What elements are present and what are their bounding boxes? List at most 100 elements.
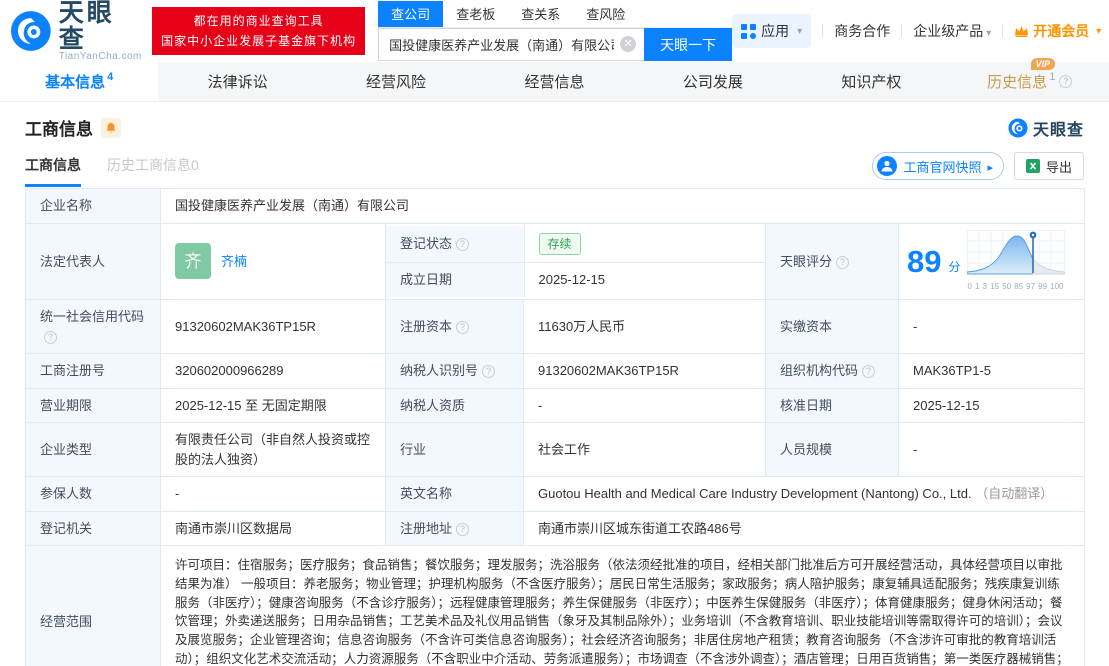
tab-basic-info[interactable]: 基本信息 4 [0,62,159,101]
tab-operating-info[interactable]: 经营信息 [475,62,633,101]
taxpayer-quality-label: 纳税人资质 [385,387,524,423]
official-snapshot-button[interactable]: 工商官网快照 [872,152,1004,180]
help-icon[interactable] [456,238,470,252]
tab-legal-litigation[interactable]: 法律诉讼 [158,62,316,101]
apps-label: 应用 [761,23,790,39]
industry-label: 行业 [385,422,524,477]
help-icon[interactable] [836,255,850,269]
section-title: 工商信息 [25,120,93,139]
cooperation-link[interactable]: 商务合作 [834,21,890,41]
help-icon[interactable] [862,365,876,379]
excel-icon [1025,159,1040,173]
tab-history-info[interactable]: 历史信息 VIP 1 [951,58,1109,101]
table-row: 企业名称 国投健康医养产业发展（南通）有限公司 [25,188,1086,224]
status-badge: 存续 [538,233,581,255]
search-button[interactable]: 天眼一下 [644,28,733,61]
paid-capital-value: - [897,299,1086,354]
tab-operating-risk[interactable]: 经营风险 [317,62,475,101]
score-chart-tick: 0 [967,282,972,291]
slogan-line1: 都在用的商业查询工具 [193,13,324,28]
paid-capital-label: 实缴资本 [765,299,899,354]
reg-status-label: 登记状态 [386,226,525,263]
search-tab-risk[interactable]: 查风险 [573,1,638,27]
search-tabs: 查公司 查老板 查关系 查风险 [378,1,733,28]
tab-label: 经营风险 [366,74,427,91]
enterprise-products-menu[interactable]: 企业级产品 [913,21,991,41]
score-chart-ticks: 0 1 3 15 50 85 97 99 100 [967,281,1065,293]
vip-upgrade-link[interactable]: 开通会员 [1014,21,1101,41]
reg-capital-label: 注册资本 [385,299,524,354]
score-chart-tick: 3 [982,282,988,291]
search-tab-boss[interactable]: 查老板 [443,1,508,27]
snapshot-person-icon [877,156,898,176]
tab-label: 历史信息 [987,74,1048,91]
score-value: 89 [907,243,942,279]
table-row: 统一社会信用代码 91320602MAK36TP15R 注册资本 11630万人… [25,299,1086,354]
export-label: 导出 [1045,159,1072,175]
taxpayer-id-label: 纳税人识别号 [385,353,524,389]
staff-size-label: 人员规模 [765,422,899,477]
score-chart-tick: 100 [1050,282,1064,291]
help-icon[interactable] [1059,75,1073,88]
score-chart-tick: 15 [990,282,1000,291]
table-row: 参保人数 - 英文名称 Guotou Health and Medical Ca… [25,476,1086,512]
search-tab-company[interactable]: 查公司 [378,1,444,27]
english-name-value: Guotou Health and Medical Care Industry … [522,476,1086,512]
table-row: 登记机关 南通市崇川区数据局 注册地址 南通市崇川区城东街道工农路486号 [25,510,1086,546]
vip-label: 开通会员 [1033,23,1090,39]
taxpayer-id-value: 91320602MAK36TP15R [523,353,766,389]
legal-rep-link[interactable]: 齐楠 [221,252,247,272]
org-code-value: MAK36TP1-5 [897,353,1086,389]
subtab-business-info[interactable]: 工商信息 [25,155,81,187]
divider [1002,24,1004,38]
score-chart-tick: 50 [1002,282,1012,291]
help-icon[interactable] [456,522,470,536]
help-icon[interactable] [456,320,470,334]
business-term-label: 营业期限 [25,387,161,423]
tab-company-development[interactable]: 公司发展 [634,62,792,101]
credit-code-value: 91320602MAK36TP15R [160,299,386,354]
reg-capital-value: 11630万人民币 [523,299,766,354]
tab-label: 法律诉讼 [207,74,268,91]
slogan-line2: 国家中小企业发展子基金旗下机构 [161,34,357,48]
brand-slogan: 都在用的商业查询工具 国家中小企业发展子基金旗下机构 [152,6,366,56]
reg-authority-value: 南通市崇川区数据局 [160,510,386,546]
apps-menu[interactable]: 应用 [732,14,812,48]
insured-count-label: 参保人数 [25,476,161,512]
reg-address-value: 南通市崇川区城东街道工农路486号 [522,510,1086,546]
company-name-value: 国投健康医养产业发展（南通）有限公司 [159,188,1086,224]
watermark-logo: 天眼查 [1008,116,1084,140]
search-input[interactable] [378,28,645,61]
score-chart-tick: 1 [975,282,980,291]
score-chart-tick: 85 [1014,282,1024,291]
help-icon[interactable] [482,365,496,379]
approval-date-label: 核准日期 [765,387,899,423]
tianyancha-logo[interactable]: 天眼查 TianYanCha.com [10,0,142,63]
alarm-bell-icon [106,122,116,133]
industry-value: 社会工作 [523,422,766,477]
approval-date-value: 2025-12-15 [897,387,1086,423]
tab-intellectual-property[interactable]: 知识产权 [792,62,950,101]
chevron-right-icon [987,159,993,174]
search-area: 查公司 查老板 查关系 查风险 天眼一下 [378,1,733,61]
search-tab-relation[interactable]: 查关系 [508,1,573,27]
divider [822,24,824,38]
help-icon[interactable] [44,330,57,344]
watermark-text: 天眼查 [1032,121,1084,139]
tab-label: 经营信息 [524,74,585,91]
table-row: 经营范围 许可项目：住宿服务；医疗服务；食品销售；餐饮服务；理发服务；洗浴服务（… [25,544,1086,666]
monitor-bell-chip[interactable] [101,117,121,138]
company-type-label: 企业类型 [25,422,161,477]
snapshot-label: 工商官网快照 [903,159,982,175]
status-date-cell: 登记状态 存续 成立日期 2025-12-15 [385,222,766,300]
staff-size-value: - [897,422,1086,477]
tianyancha-logo-icon [1008,117,1028,138]
subtab-history-business-info[interactable]: 历史工商信息0 [107,155,199,187]
legal-rep-avatar: 齐 [175,243,211,280]
section-header: 工商信息 天眼查 [0,102,1109,140]
establish-date-label: 成立日期 [386,262,525,297]
subtab-row: 工商信息 历史工商信息0 工商官网快照 导出 [0,140,1109,187]
crown-icon [1015,26,1029,37]
export-button[interactable]: 导出 [1013,152,1084,180]
business-info-table: 企业名称 国投健康医养产业发展（南通）有限公司 法定代表人 齐 齐楠 登记状态 … [25,188,1086,666]
